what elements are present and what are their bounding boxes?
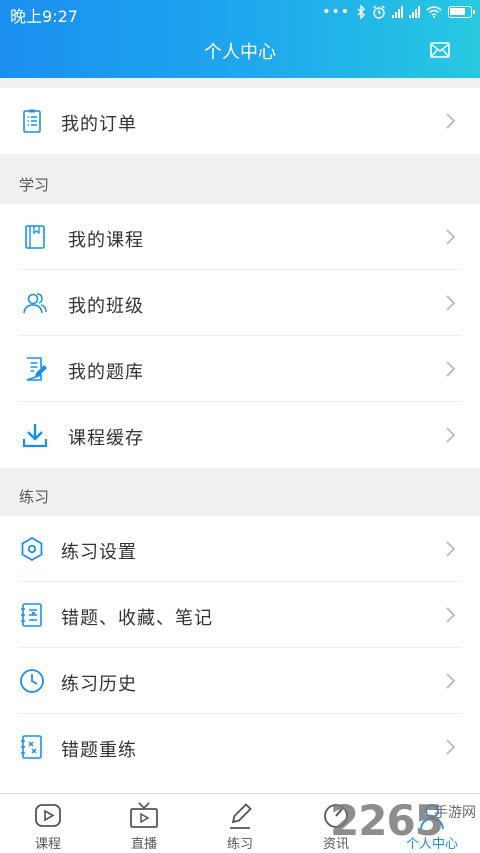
- menu-item-my-class[interactable]: 我的班级: [0, 270, 480, 336]
- chevron-right-icon: [446, 427, 456, 443]
- order-list-icon: [23, 109, 41, 133]
- section-header-study: 学习: [0, 156, 480, 204]
- more-dots-icon: •••: [322, 4, 350, 20]
- header-separator: [0, 78, 480, 88]
- page-title: 个人中心: [204, 42, 276, 63]
- menu-item-label: 错题重练: [61, 740, 137, 761]
- menu-item-practice-settings[interactable]: 练习设置: [0, 516, 480, 582]
- alarm-icon: [373, 5, 385, 19]
- chevron-right-icon: [446, 295, 456, 311]
- tab-label: 练习: [226, 837, 253, 852]
- menu-item-my-orders[interactable]: 我的订单: [0, 88, 480, 154]
- watermark-number: 2265: [330, 796, 444, 845]
- bluetooth-icon: [357, 5, 365, 19]
- menu-item-label: 我的题库: [68, 362, 144, 383]
- chevron-right-icon: [446, 541, 456, 557]
- chevron-right-icon: [446, 673, 456, 689]
- menu-item-label: 我的课程: [68, 230, 144, 251]
- menu-item-label: 课程缓存: [68, 428, 144, 449]
- tab-label: 直播: [130, 837, 157, 852]
- hexagon-settings-icon: [21, 536, 43, 562]
- watermark-text: 手游网: [434, 805, 476, 821]
- tab-courses[interactable]: 课程: [0, 794, 96, 853]
- chevron-right-icon: [446, 361, 456, 377]
- tab-practice[interactable]: 练习: [192, 794, 288, 853]
- menu-item-label: 错题、收藏、笔记: [61, 608, 213, 629]
- pencil-icon: [230, 803, 252, 829]
- menu-item-label: 我的班级: [68, 296, 144, 317]
- status-time: 晚上9:27: [10, 7, 78, 26]
- signal-icon-2: [409, 6, 420, 18]
- section-title: 练习: [19, 488, 50, 506]
- chevron-right-icon: [446, 113, 456, 129]
- video-play-icon: [35, 804, 61, 827]
- list-bottom-filler: [0, 780, 480, 793]
- header: 晚上9:27 ••• 个人中心: [0, 0, 480, 78]
- tab-live[interactable]: 直播: [96, 794, 192, 853]
- mail-icon[interactable]: [430, 42, 450, 58]
- menu-item-redo-mistakes[interactable]: 错题重练: [0, 714, 480, 780]
- section-header-practice: 练习: [0, 468, 480, 516]
- signal-icon-1: [392, 6, 403, 18]
- menu-item-mistakes-favorites-notes[interactable]: 错题、收藏、笔记: [0, 582, 480, 648]
- tv-icon: [130, 802, 158, 828]
- menu-item-label: 我的订单: [61, 114, 137, 135]
- status-icons: •••: [322, 4, 475, 20]
- tab-label: 课程: [34, 837, 61, 852]
- clock-icon: [20, 669, 44, 693]
- menu-item-label: 练习历史: [61, 674, 137, 695]
- menu-item-my-courses[interactable]: 我的课程: [0, 204, 480, 270]
- document-edit-icon: [26, 357, 47, 381]
- site-watermark: 2265 手游网: [330, 796, 480, 852]
- chevron-right-icon: [446, 739, 456, 755]
- mistake-book-icon: [21, 735, 42, 759]
- book-icon: [25, 225, 45, 249]
- chevron-right-icon: [446, 607, 456, 623]
- chevron-right-icon: [446, 229, 456, 245]
- download-icon: [22, 424, 48, 448]
- notebook-icon: [21, 603, 42, 627]
- menu-item-my-question-bank[interactable]: 我的题库: [0, 336, 480, 402]
- menu-item-practice-history[interactable]: 练习历史: [0, 648, 480, 714]
- menu-item-label: 练习设置: [61, 542, 137, 563]
- wifi-icon: [426, 6, 442, 18]
- battery-icon: [448, 6, 475, 18]
- section-title: 学习: [19, 176, 50, 194]
- menu-item-course-cache[interactable]: 课程缓存: [0, 402, 480, 468]
- status-bar: 晚上9:27 •••: [0, 0, 480, 26]
- users-icon: [23, 293, 47, 314]
